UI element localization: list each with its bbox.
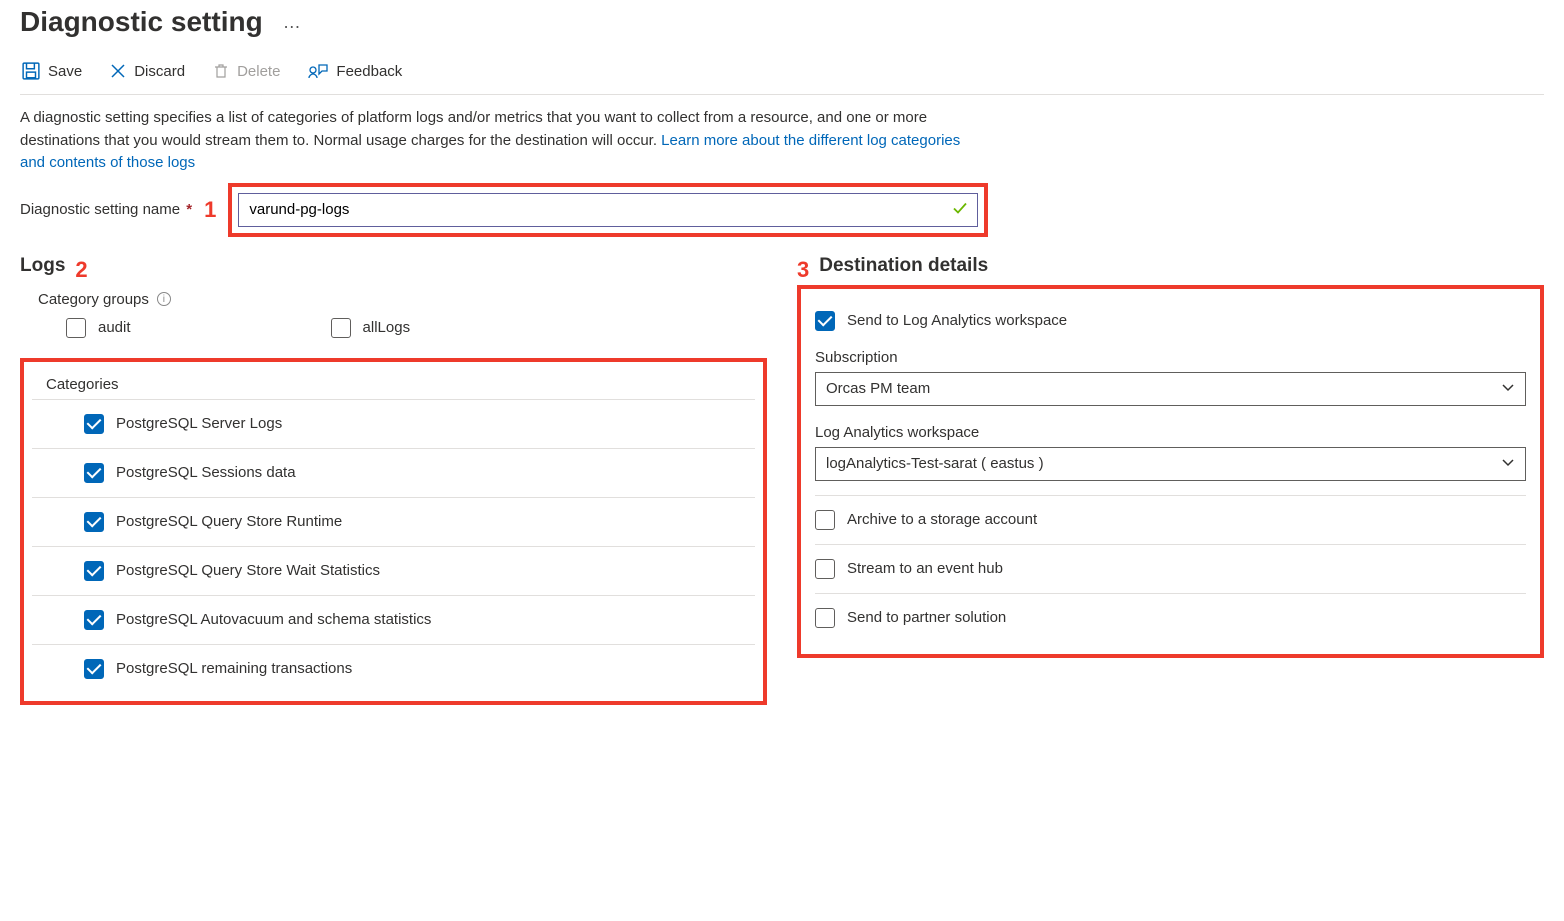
checkbox-icon — [815, 559, 835, 579]
logs-heading: Logs — [20, 255, 65, 277]
more-icon[interactable]: … — [283, 12, 302, 33]
chevron-down-icon — [1501, 455, 1515, 473]
subscription-label: Subscription — [815, 349, 1526, 366]
checkbox-log-analytics[interactable]: Send to Log Analytics workspace — [815, 311, 1526, 331]
checkbox-icon — [815, 608, 835, 628]
category-item[interactable]: PostgreSQL Query Store Wait Statistics — [32, 546, 755, 595]
workspace-select[interactable]: logAnalytics-Test-sarat ( eastus ) — [815, 447, 1526, 481]
name-field-row: Diagnostic setting name * 1 — [20, 183, 1544, 237]
categories-label: Categories — [46, 376, 755, 393]
callout-3: 3 — [797, 257, 809, 283]
checkbox-icon — [815, 510, 835, 530]
category-item[interactable]: PostgreSQL Autovacuum and schema statist… — [32, 595, 755, 644]
checkbox-icon — [84, 561, 104, 581]
category-item[interactable]: PostgreSQL Server Logs — [32, 399, 755, 448]
category-item[interactable]: PostgreSQL Query Store Runtime — [32, 497, 755, 546]
description: A diagnostic setting specifies a list of… — [20, 107, 980, 175]
save-button[interactable]: Save — [20, 58, 84, 84]
trash-icon — [213, 63, 229, 79]
checkbox-alllogs[interactable]: allLogs — [331, 318, 411, 338]
checkbox-partner[interactable]: Send to partner solution — [815, 608, 1526, 628]
category-groups-row: audit allLogs — [20, 314, 767, 352]
logs-column: Logs 2 Category groups i audit allLogs C… — [20, 255, 767, 705]
dest-event-hub: Stream to an event hub — [815, 545, 1526, 594]
name-input-highlight — [228, 183, 988, 237]
workspace-label: Log Analytics workspace — [815, 424, 1526, 441]
checkbox-icon — [66, 318, 86, 338]
subscription-select[interactable]: Orcas PM team — [815, 372, 1526, 406]
category-item[interactable]: PostgreSQL remaining transactions — [32, 644, 755, 693]
feedback-icon — [308, 62, 328, 80]
chevron-down-icon — [1501, 380, 1515, 398]
checkbox-event-hub[interactable]: Stream to an event hub — [815, 559, 1526, 579]
destination-highlight: Send to Log Analytics workspace Subscrip… — [797, 285, 1544, 658]
delete-button: Delete — [211, 59, 282, 84]
checkbox-icon — [331, 318, 351, 338]
toolbar: Save Discard Delete Feedback — [20, 38, 1544, 95]
save-icon — [22, 62, 40, 80]
page-title: Diagnostic setting — [20, 6, 263, 38]
check-icon — [952, 200, 968, 219]
destination-column: 3 Destination details Send to Log Analyt… — [797, 255, 1544, 705]
checkbox-icon — [84, 659, 104, 679]
diagnostic-name-input[interactable] — [238, 193, 978, 227]
callout-2: 2 — [75, 257, 87, 283]
checkbox-icon — [815, 311, 835, 331]
category-groups-label: Category groups i — [38, 291, 767, 308]
feedback-button[interactable]: Feedback — [306, 58, 404, 84]
dest-storage: Archive to a storage account — [815, 496, 1526, 545]
dest-partner: Send to partner solution — [815, 594, 1526, 642]
page-title-row: Diagnostic setting … — [20, 0, 1544, 38]
close-icon — [110, 63, 126, 79]
categories-highlight: Categories PostgreSQL Server Logs Postgr… — [20, 358, 767, 705]
checkbox-icon — [84, 463, 104, 483]
checkbox-icon — [84, 414, 104, 434]
checkbox-icon — [84, 512, 104, 532]
category-item[interactable]: PostgreSQL Sessions data — [32, 448, 755, 497]
destination-heading: Destination details — [819, 255, 988, 277]
checkbox-storage[interactable]: Archive to a storage account — [815, 510, 1526, 530]
name-field-label: Diagnostic setting name * — [20, 201, 192, 218]
callout-1: 1 — [204, 197, 216, 223]
dest-log-analytics: Send to Log Analytics workspace Subscrip… — [815, 297, 1526, 496]
checkbox-icon — [84, 610, 104, 630]
info-icon[interactable]: i — [157, 292, 171, 306]
discard-button[interactable]: Discard — [108, 59, 187, 84]
checkbox-audit[interactable]: audit — [66, 318, 131, 338]
